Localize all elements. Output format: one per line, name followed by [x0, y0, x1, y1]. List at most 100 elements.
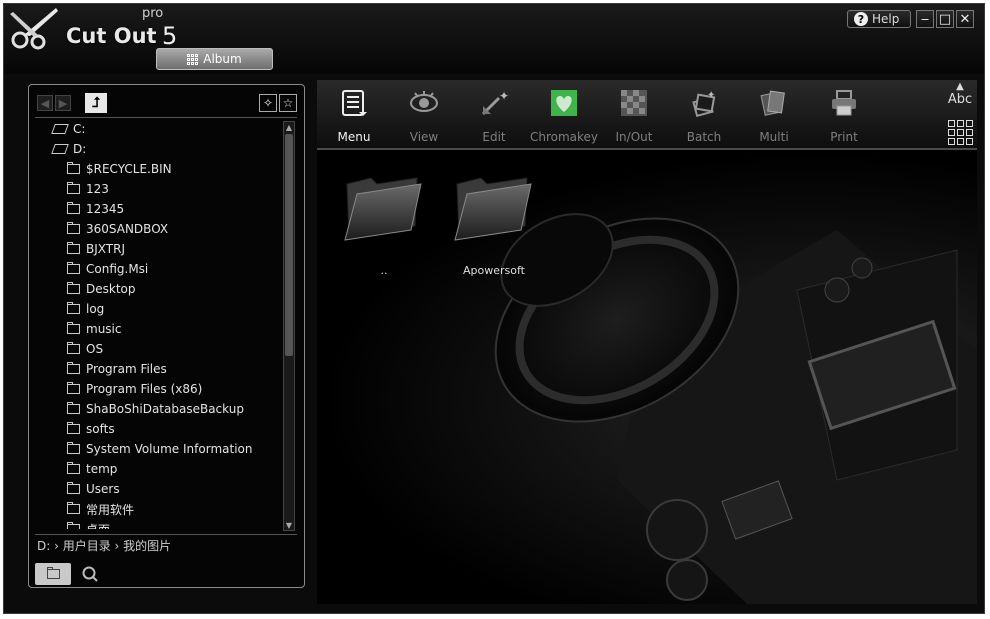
- tree-folder-item[interactable]: log: [67, 299, 104, 319]
- tool-edit-button[interactable]: ✦ Edit: [459, 82, 529, 146]
- star-icon: ☆: [282, 96, 294, 110]
- forward-button[interactable]: ▶: [55, 95, 71, 111]
- tree-item-label: temp: [86, 462, 118, 476]
- tool-menu-button[interactable]: Menu: [319, 82, 389, 146]
- maximize-icon: □: [938, 11, 952, 27]
- eye-icon: [410, 91, 438, 112]
- tree-folder-item[interactable]: music: [67, 319, 121, 339]
- tool-label: Multi: [759, 130, 789, 144]
- folder-icon: [67, 422, 80, 434]
- close-icon: ✕: [959, 11, 971, 27]
- tree-item-label: softs: [86, 422, 115, 436]
- tool-label: Edit: [482, 130, 506, 144]
- tool-batch-button[interactable]: ✦ Batch: [669, 82, 739, 146]
- forward-arrow-icon: ▶: [58, 96, 68, 110]
- tree-item-label: Program Files (x86): [86, 382, 203, 396]
- tool-label: Batch: [686, 130, 722, 144]
- tree-folder-item[interactable]: Program Files (x86): [67, 379, 202, 399]
- back-button[interactable]: ◀: [37, 95, 53, 111]
- tree-folder-item[interactable]: 桌面: [67, 519, 110, 529]
- app-edition: pro: [142, 6, 164, 21]
- tool-inout-button[interactable]: In/Out: [599, 82, 669, 146]
- tree-folder-item[interactable]: 123: [67, 179, 109, 199]
- scroll-up-icon[interactable]: ▲: [284, 122, 294, 132]
- current-path: D: › 用户目录 › 我的图片: [37, 539, 172, 553]
- folder-icon: [67, 182, 80, 194]
- tree-item-label: 常用软件: [86, 502, 135, 517]
- tool-print-button[interactable]: Print: [809, 82, 879, 146]
- tree-folder-item[interactable]: OS: [67, 339, 103, 359]
- tree-item-label: BJXTRJ: [86, 242, 125, 256]
- tree-drive-item[interactable]: D:: [51, 139, 87, 159]
- folder-icon: [67, 402, 80, 414]
- tree-scrollbar[interactable]: ▲ ▼: [283, 121, 295, 531]
- drive-icon: [51, 144, 69, 154]
- up-folder-button[interactable]: ⮥: [85, 93, 107, 113]
- tree-folder-item[interactable]: System Volume Information: [67, 439, 252, 459]
- tree-item-label: Config.Msi: [86, 262, 149, 276]
- tool-multi-button[interactable]: Multi: [739, 82, 809, 146]
- tree-folder-item[interactable]: Program Files: [67, 359, 167, 379]
- folder-mode-button[interactable]: [35, 563, 71, 585]
- tree-folder-item[interactable]: BJXTRJ: [67, 239, 125, 259]
- album-grid-icon: [187, 53, 199, 65]
- tree-item-label: music: [86, 322, 122, 336]
- tree-folder-item[interactable]: Users: [67, 479, 120, 499]
- title-bar: Cut Out pro 5 Album ? Help ‒ □ ✕: [4, 4, 984, 74]
- app-window: Cut Out pro 5 Album ? Help ‒ □ ✕ ◀ ▶ ⮥ ✧…: [3, 3, 985, 614]
- large-folder-icon: [454, 177, 532, 241]
- tree-item-label: Program Files: [86, 362, 167, 376]
- minimize-button[interactable]: ‒: [916, 10, 934, 28]
- tree-folder-item[interactable]: softs: [67, 419, 115, 439]
- divider: [35, 117, 297, 118]
- tool-label: Menu: [337, 130, 371, 144]
- folder-icon: [67, 522, 80, 529]
- tree-folder-item[interactable]: Desktop: [67, 279, 136, 299]
- tree-item-label: 360SANDBOX: [86, 222, 169, 236]
- stack-icon: ✦: [692, 90, 715, 118]
- tree-folder-item[interactable]: Config.Msi: [67, 259, 148, 279]
- favorite-button[interactable]: ☆: [279, 94, 297, 112]
- new-folder-button[interactable]: ✧: [259, 94, 277, 112]
- tool-label: View: [409, 130, 439, 144]
- tool-chromakey-button[interactable]: Chromakey: [529, 82, 599, 146]
- tree-folder-item[interactable]: temp: [67, 459, 117, 479]
- back-arrow-icon: ◀: [40, 96, 50, 110]
- tree-folder-item[interactable]: 常用软件: [67, 499, 134, 519]
- close-button[interactable]: ✕: [956, 10, 974, 28]
- folder-panel: ◀ ▶ ⮥ ✧ ☆ C: D: $RECYCLE.BIN 123 12345 360SAN…: [28, 84, 305, 588]
- help-button[interactable]: ? Help: [847, 10, 911, 28]
- folder-icon: [67, 502, 80, 514]
- text-toggle[interactable]: ▲ Abc: [945, 82, 975, 108]
- folder-icon: [67, 162, 80, 174]
- up-arrow-icon: ⮥: [91, 95, 101, 111]
- folder-icon: [67, 462, 80, 474]
- tool-label: Print: [830, 130, 858, 144]
- tree-item-label: D:: [73, 142, 87, 156]
- folder-icon: [67, 342, 80, 354]
- folder-icon: [67, 222, 80, 234]
- tree-folder-item[interactable]: $RECYCLE.BIN: [67, 159, 172, 179]
- grid-view-icon[interactable]: [948, 120, 973, 145]
- search-icon[interactable]: [81, 565, 99, 583]
- tree-item-label: Users: [86, 482, 120, 496]
- album-button[interactable]: Album: [156, 48, 273, 70]
- divider: [35, 534, 297, 535]
- tree-drive-item[interactable]: C:: [51, 119, 85, 139]
- tree-folder-item[interactable]: 360SANDBOX: [67, 219, 168, 239]
- scrollbar-thumb[interactable]: [285, 134, 293, 356]
- tree-folder-item[interactable]: 12345: [67, 199, 124, 219]
- tree-item-label: 桌面: [86, 521, 110, 530]
- folder-thumbnail[interactable]: ..: [329, 162, 429, 277]
- folder-toolbar: ◀ ▶ ⮥ ✧ ☆: [37, 93, 297, 113]
- maximize-button[interactable]: □: [936, 10, 954, 28]
- menu-icon: [342, 90, 367, 116]
- content-area: .. Apowersoft: [317, 150, 977, 604]
- tree-item-label: Desktop: [86, 282, 136, 296]
- tree-folder-item[interactable]: ShaBoShiDatabaseBackup: [67, 399, 244, 419]
- folder-thumbnail[interactable]: Apowersoft: [439, 162, 539, 277]
- folder-icon: [67, 282, 80, 294]
- tool-view-button[interactable]: View: [389, 82, 459, 146]
- folder-icon: [67, 262, 80, 274]
- scroll-down-icon[interactable]: ▼: [284, 520, 294, 530]
